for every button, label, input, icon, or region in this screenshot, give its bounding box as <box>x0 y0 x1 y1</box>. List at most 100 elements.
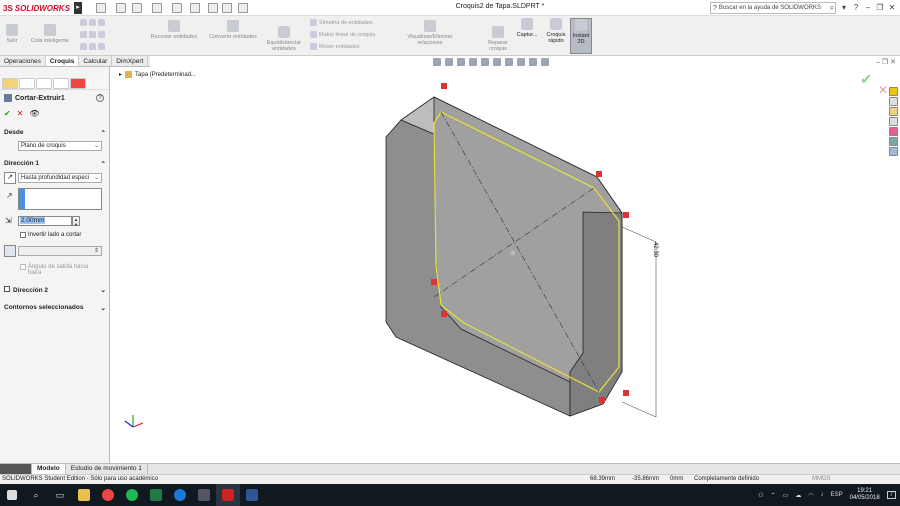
exit-sketch-button[interactable]: Salir <box>2 24 22 44</box>
media-taskbar-icon[interactable] <box>192 484 216 506</box>
configuration-manager-icon[interactable] <box>36 78 52 89</box>
help-menu-icon[interactable]: ? <box>850 2 862 14</box>
scene-icon[interactable] <box>529 58 537 66</box>
capture-button[interactable]: Captur... <box>513 18 541 38</box>
word-taskbar-icon[interactable] <box>240 484 264 506</box>
view-settings-icon[interactable] <box>541 58 549 66</box>
file-properties-icon[interactable] <box>222 3 232 13</box>
repair-sketch-button[interactable]: Reparar croquis <box>483 26 513 52</box>
circle-tool[interactable] <box>80 31 105 38</box>
invert-side-checkbox[interactable]: Invertir lado a cortar <box>20 232 81 238</box>
tab-operaciones[interactable]: Operaciones <box>0 56 46 66</box>
move-entities-button[interactable]: Mover entidades <box>310 43 360 50</box>
section-view-icon[interactable] <box>469 58 477 66</box>
options-icon[interactable] <box>238 3 248 13</box>
mirror-entities-button[interactable]: Simetría de entidades <box>310 19 373 26</box>
search-icon[interactable]: ⌕ <box>826 2 838 14</box>
edit-appearance-icon[interactable] <box>517 58 525 66</box>
display-style-icon[interactable] <box>493 58 501 66</box>
language-indicator[interactable]: ESP <box>831 492 843 498</box>
tab-modelo[interactable]: Modelo <box>32 464 66 474</box>
zoom-area-icon[interactable] <box>445 58 453 66</box>
help-search-input[interactable]: ? Buscar en la ayuda de SOLIDWORKS <box>710 2 836 14</box>
draft-angle-input[interactable]: ⇕ <box>18 246 102 256</box>
graphics-viewport[interactable]: ▸ Tapa (Predeterminad... – ❐ ✕ ✔ ✕ 42.30 <box>111 58 900 463</box>
tab-motion-study[interactable]: Estudio de movimiento 1 <box>66 464 148 474</box>
selected-contours-header[interactable]: Contornos seleccionados ⌄ <box>0 304 110 312</box>
line-tool[interactable] <box>80 19 105 26</box>
preview-eye-icon[interactable]: 👁 <box>29 109 39 118</box>
search-icon[interactable]: ⌕ <box>24 484 48 506</box>
dropdown-icon[interactable]: ▾ <box>838 2 850 14</box>
solidworks-logo[interactable]: 3S SOLIDWORKS <box>3 2 73 14</box>
units-label[interactable]: MMGS <box>812 475 831 484</box>
view-orientation-icon[interactable] <box>481 58 489 66</box>
property-manager-icon[interactable] <box>19 78 35 89</box>
close-icon[interactable]: ✕ <box>886 2 898 14</box>
excel-taskbar-icon[interactable] <box>144 484 168 506</box>
ok-check-icon[interactable]: ✔ <box>4 109 11 118</box>
tab-croquis[interactable]: Croquis <box>45 56 80 66</box>
draft-toggle-icon[interactable] <box>4 245 16 257</box>
minimize-icon[interactable]: – <box>862 2 874 14</box>
battery-icon[interactable]: ▭ <box>783 492 789 499</box>
file-explorer-taskbar-icon[interactable] <box>72 484 96 506</box>
previous-view-icon[interactable] <box>457 58 465 66</box>
edge-taskbar-icon[interactable] <box>168 484 192 506</box>
trim-entities-button[interactable]: Recortar entidades <box>146 20 202 40</box>
feature-tree-icon[interactable] <box>2 78 18 89</box>
hide-show-icon[interactable] <box>505 58 513 66</box>
dimxpert-manager-icon[interactable] <box>53 78 69 89</box>
desde-select[interactable]: Plano de croquis ⌄ <box>18 141 102 151</box>
volume-icon[interactable]: ♪ <box>821 492 824 498</box>
open-icon[interactable] <box>116 3 126 13</box>
network-icon[interactable]: ☁ <box>795 492 801 499</box>
instant-2d-button[interactable]: Instant 2D <box>570 18 592 54</box>
zoom-to-fit-icon[interactable] <box>433 58 441 66</box>
draft-outward-checkbox[interactable]: Ángulo de salida hacia fuera <box>20 264 100 276</box>
depth-spinner[interactable]: ▲ ▼ <box>72 216 80 227</box>
display-relations-button[interactable]: Visualizar/Eliminar relaciones <box>402 20 458 46</box>
depth-input[interactable]: 2.00mm <box>18 216 72 226</box>
quick-sketch-button[interactable]: Croquis rápido <box>543 18 569 44</box>
direction1-section-header[interactable]: Dirección 1 ⌃ <box>0 160 110 168</box>
people-icon[interactable]: ⚇ <box>758 492 763 499</box>
start-button[interactable] <box>0 484 24 506</box>
triad-icon[interactable] <box>124 415 144 428</box>
solidworks-taskbar-icon[interactable] <box>216 484 240 506</box>
spline-tool[interactable] <box>80 43 105 50</box>
linear-pattern-button[interactable]: Matriz lineal de croquis <box>310 31 375 38</box>
dimension-42-30[interactable]: 42.30 <box>652 242 658 258</box>
chrome-taskbar-icon[interactable] <box>96 484 120 506</box>
tab-nav-arrows[interactable] <box>0 464 32 474</box>
part-model-3d[interactable]: 42.30 <box>111 67 900 463</box>
tab-calcular[interactable]: Calcular <box>79 56 113 66</box>
convert-entities-button[interactable]: Convertir entidades <box>205 20 261 40</box>
save-icon[interactable] <box>132 3 142 13</box>
clock[interactable]: 19:21 04/05/2018 <box>850 488 880 502</box>
offset-entities-button[interactable]: Equidistanciar entidades <box>262 26 306 52</box>
menu-expand-arrow-icon[interactable]: ▸ <box>74 2 82 14</box>
tab-dimxpert[interactable]: DimXpert <box>112 56 149 66</box>
show-hidden-icon[interactable]: ⌃ <box>771 492 776 499</box>
panel-help-icon[interactable]: ? <box>96 94 104 102</box>
cancel-x-icon[interactable]: ✕ <box>17 109 24 118</box>
print-icon[interactable] <box>152 3 162 13</box>
notification-center-icon[interactable]: 7 <box>886 491 896 499</box>
rebuild-icon[interactable] <box>208 3 218 13</box>
spotify-taskbar-icon[interactable] <box>120 484 144 506</box>
direction2-checkbox[interactable] <box>4 286 10 292</box>
display-manager-icon[interactable] <box>70 78 86 89</box>
reverse-direction-icon[interactable]: ↗ <box>4 172 16 184</box>
restore-icon[interactable]: ❐ <box>874 2 886 14</box>
smart-dimension-button[interactable]: Cota inteligente <box>26 24 74 44</box>
viewport-window-controls[interactable]: – ❐ ✕ <box>876 58 896 66</box>
wifi-icon[interactable]: ◠ <box>808 492 813 499</box>
direction2-section-header[interactable]: Dirección 2 ⌄ <box>0 286 110 294</box>
direction-reference-box[interactable] <box>18 188 102 210</box>
undo-icon[interactable] <box>172 3 182 13</box>
task-view-icon[interactable]: ▭ <box>48 484 72 506</box>
desde-section-header[interactable]: Desde ⌃ <box>0 129 110 137</box>
select-icon[interactable] <box>190 3 200 13</box>
end-condition-select[interactable]: Hasta profundidad especi ⌄ <box>18 173 102 183</box>
